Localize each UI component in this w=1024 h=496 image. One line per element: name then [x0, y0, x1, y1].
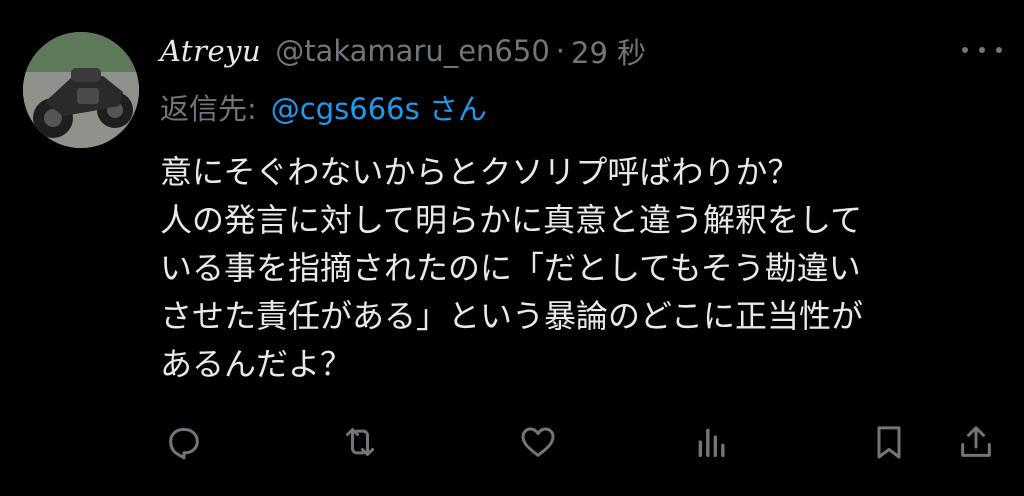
reply-mention-link[interactable]: @cgs666s さん	[271, 86, 487, 128]
more-dot	[979, 47, 985, 53]
tweet-text-line: させた責任がある」という暴論のどこに正当性が	[160, 297, 864, 335]
timestamp[interactable]: 29 秒	[571, 30, 646, 72]
analytics-icon	[698, 428, 725, 457]
tweet-text-line: あるんだよ？	[160, 345, 353, 383]
avatar[interactable]	[23, 32, 139, 148]
more-dot	[996, 47, 1002, 53]
like-button[interactable]	[514, 418, 562, 466]
tweet-text-line: 意にそぐわないからとクソリプ呼ばわりか？	[160, 153, 800, 191]
reply-context: 返信先: @cgs666s さん	[160, 84, 487, 130]
action-bar	[160, 418, 1000, 466]
tweet-text-line: 人の発言に対して明らかに真意と違う解釈をして	[160, 201, 863, 239]
share-icon	[961, 426, 991, 457]
views-button[interactable]	[688, 418, 736, 466]
more-dot	[962, 47, 968, 53]
tweet-text-line: いる事を指摘されたのに「だとしてもそう勘違い	[160, 249, 861, 287]
tweet-header: Atreyu @takamaru_en650 · 29 秒	[160, 28, 646, 74]
display-name[interactable]: Atreyu	[160, 34, 261, 68]
reply-label: 返信先:	[160, 92, 257, 126]
retweet-button[interactable]	[336, 418, 384, 466]
tweet[interactable]: Atreyu @takamaru_en650 · 29 秒 返信先: @cgs6…	[0, 0, 1024, 496]
more-dots-icon[interactable]	[962, 40, 1002, 60]
separator-dot: ·	[555, 34, 565, 68]
tweet-text: 意にそぐわないからとクソリプ呼ばわりか？ 人の発言に対して明らかに真意と違う解釈…	[160, 148, 990, 388]
avatar-image	[23, 32, 139, 148]
user-handle[interactable]: @takamaru_en650	[275, 34, 550, 68]
reply-icon	[169, 428, 199, 460]
share-button[interactable]	[952, 418, 1000, 466]
bookmark-button[interactable]	[865, 418, 913, 466]
bookmark-icon	[877, 426, 901, 459]
reply-button[interactable]	[160, 418, 208, 466]
heart-icon	[521, 427, 555, 457]
retweet-icon	[346, 428, 374, 456]
